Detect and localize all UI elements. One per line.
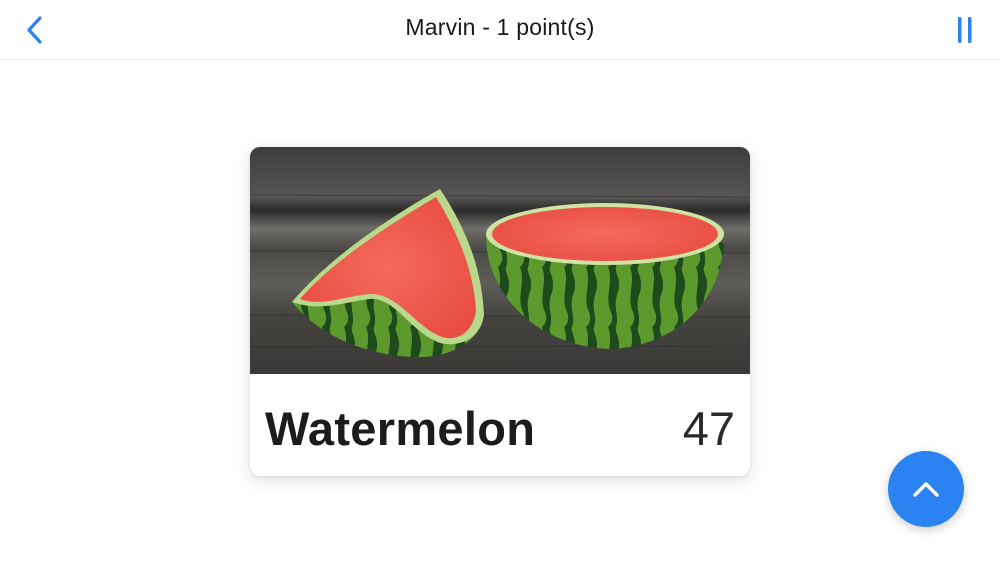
card-footer: Watermelon 47 <box>250 374 750 476</box>
pause-button[interactable] <box>950 12 980 48</box>
item-score: 47 <box>682 402 735 455</box>
watermelon-image <box>250 147 750 374</box>
navigation-bar: Marvin - 1 point(s) <box>0 0 1000 60</box>
item-card[interactable]: Watermelon 47 <box>250 147 750 476</box>
chevron-up-icon <box>913 482 939 497</box>
scroll-up-button[interactable] <box>888 451 964 527</box>
pause-icon <box>958 17 972 43</box>
page-title: Marvin - 1 point(s) <box>405 14 595 40</box>
item-name: Watermelon <box>265 402 536 455</box>
